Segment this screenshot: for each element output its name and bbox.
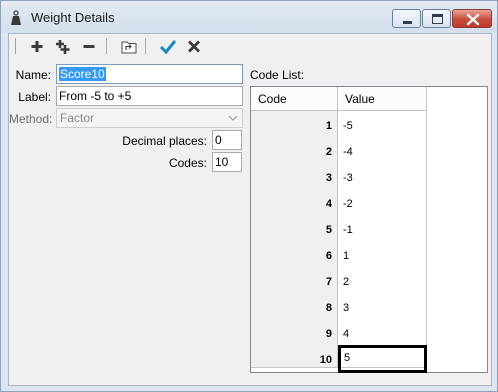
minimize-button[interactable]	[392, 9, 421, 28]
toolbar-grip	[15, 38, 16, 54]
code-list-grid: Code Value 1 2 3 4 5 6 7 8 9 10 -5 -4 -3…	[250, 86, 488, 373]
codes-field[interactable]: 10	[212, 152, 242, 172]
method-label: Method:	[9, 112, 53, 126]
value-cell-active[interactable]: 5	[338, 345, 427, 373]
toolbar-separator	[145, 38, 146, 54]
weight-details-window: Weight Details Name: Score10 Label: From…	[0, 0, 498, 392]
column-header-code[interactable]: Code	[251, 87, 338, 111]
column-header-value[interactable]: Value	[338, 87, 427, 111]
weight-icon	[11, 10, 21, 25]
code-cell[interactable]: 6	[251, 243, 338, 269]
value-cell[interactable]: -2	[338, 191, 427, 217]
value-cell[interactable]: -1	[338, 217, 427, 243]
code-cell[interactable]: 9	[251, 321, 338, 347]
value-cell[interactable]: -3	[338, 165, 427, 191]
maximize-icon	[432, 14, 443, 24]
code-list-label: Code List:	[250, 68, 305, 82]
value-cell[interactable]: -5	[338, 113, 427, 139]
import-button[interactable]	[118, 36, 140, 57]
value-column: -5 -4 -3 -2 -1 1 2 3 4 5	[338, 111, 427, 373]
code-cell[interactable]: 5	[251, 217, 338, 243]
remove-button[interactable]	[78, 36, 100, 57]
decimal-places-field[interactable]: 0	[212, 130, 242, 150]
code-cell[interactable]: 3	[251, 165, 338, 191]
add-icon	[31, 41, 43, 52]
value-cell[interactable]: 3	[338, 295, 427, 321]
close-button[interactable]	[452, 9, 492, 28]
label-field[interactable]: From -5 to +5	[56, 86, 243, 106]
window-title: Weight Details	[31, 10, 115, 25]
import-icon	[121, 41, 137, 54]
add-multiple-icon	[56, 40, 70, 54]
name-field[interactable]: Score10	[56, 64, 243, 84]
code-cell[interactable]: 2	[251, 139, 338, 165]
confirm-check-icon	[159, 40, 177, 55]
code-cell[interactable]: 8	[251, 295, 338, 321]
code-cell[interactable]: 1	[251, 113, 338, 139]
code-column: 1 2 3 4 5 6 7 8 9 10	[251, 111, 338, 368]
name-field-value: Score10	[59, 67, 106, 81]
cancel-button[interactable]	[183, 36, 205, 57]
title-bar[interactable]: Weight Details	[1, 1, 497, 33]
value-cell[interactable]: 2	[338, 269, 427, 295]
toolbar-separator	[106, 38, 107, 54]
remove-icon	[83, 45, 95, 48]
toolbar	[9, 34, 491, 59]
label-label: Label:	[18, 90, 51, 104]
code-cell[interactable]: 10	[251, 347, 338, 373]
method-dropdown-value: Factor	[60, 111, 95, 125]
add-multiple-button[interactable]	[52, 36, 74, 57]
minimize-icon	[403, 21, 412, 24]
name-label: Name:	[15, 68, 51, 82]
cancel-x-icon	[188, 40, 200, 53]
value-cell[interactable]: 1	[338, 243, 427, 269]
method-dropdown[interactable]: Factor	[56, 108, 243, 128]
value-cell[interactable]: 4	[338, 321, 427, 347]
close-icon	[466, 13, 480, 26]
confirm-button[interactable]	[157, 36, 179, 57]
codes-label: Codes:	[168, 156, 207, 170]
code-cell[interactable]: 4	[251, 191, 338, 217]
dialog-body: Name: Score10 Label: From -5 to +5 Metho…	[8, 33, 492, 386]
decimal-places-label: Decimal places:	[122, 134, 207, 148]
maximize-button[interactable]	[422, 9, 451, 28]
add-button[interactable]	[26, 36, 48, 57]
chevron-down-icon	[228, 115, 238, 121]
value-cell[interactable]: -4	[338, 139, 427, 165]
code-cell[interactable]: 7	[251, 269, 338, 295]
